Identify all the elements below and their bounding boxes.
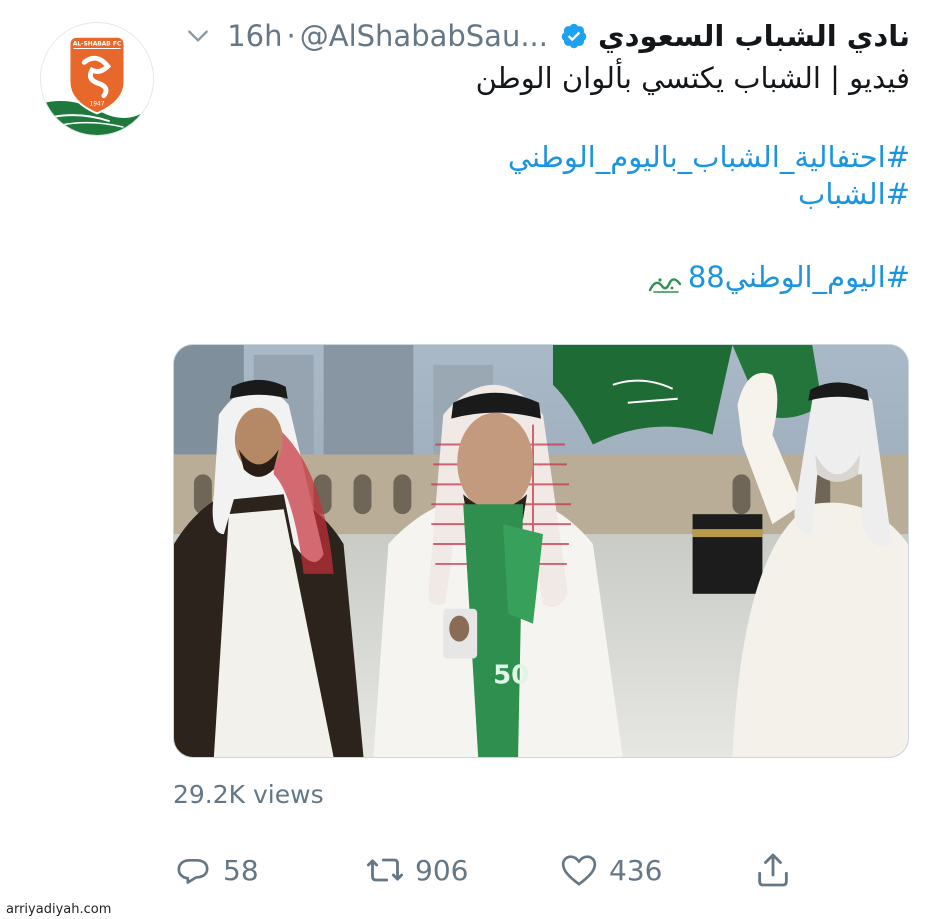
share-icon — [753, 850, 793, 890]
svg-text:50: 50 — [493, 660, 529, 690]
national-day-emoji-icon — [648, 268, 684, 293]
retweet-button[interactable]: 906 — [365, 850, 468, 890]
separator-dot: · — [286, 19, 296, 53]
retweet-count: 906 — [415, 853, 469, 887]
like-count: 436 — [609, 853, 663, 887]
heart-icon — [559, 850, 599, 890]
action-bar: 58 906 436 — [173, 850, 813, 900]
svg-text:AL-SHABAB FC: AL-SHABAB FC — [73, 42, 121, 48]
chevron-down-icon[interactable] — [185, 23, 211, 49]
tweet-header: نادي الشباب السعودي @AlShababSau... · 16… — [185, 14, 910, 58]
like-button[interactable]: 436 — [559, 850, 662, 890]
svg-text:1947: 1947 — [90, 102, 105, 108]
tweet-body: فيديو | الشباب يكتسي بألوان الوطن #احتفا… — [190, 60, 910, 296]
video-frame: 50 — [174, 345, 908, 757]
reply-count: 58 — [223, 853, 259, 887]
video-player[interactable]: 50 — [173, 344, 909, 758]
retweet-icon — [365, 850, 405, 890]
share-button[interactable] — [753, 850, 793, 890]
hashtag-link[interactable]: #احتفالية_الشباب_باليوم_الوطني — [190, 139, 910, 176]
al-shabab-logo: AL-SHABAB FC 1947 — [41, 23, 153, 135]
reply-button[interactable]: 58 — [173, 850, 259, 890]
reply-icon — [173, 850, 213, 890]
view-count: 29.2K views — [173, 780, 324, 809]
verified-badge-icon — [560, 22, 588, 50]
timestamp[interactable]: 16h — [227, 19, 282, 53]
user-handle[interactable]: @AlShababSau... — [300, 19, 548, 53]
avatar[interactable]: AL-SHABAB FC 1947 — [40, 22, 154, 136]
watermark: arriyadiyah.com — [4, 902, 114, 917]
hashtag-link[interactable]: #الشباب — [190, 176, 910, 213]
hashtag-link[interactable]: #اليوم_الوطني88 — [190, 259, 910, 296]
tweet-text: فيديو | الشباب يكتسي بألوان الوطن — [475, 61, 910, 95]
display-name[interactable]: نادي الشباب السعودي — [598, 19, 910, 53]
